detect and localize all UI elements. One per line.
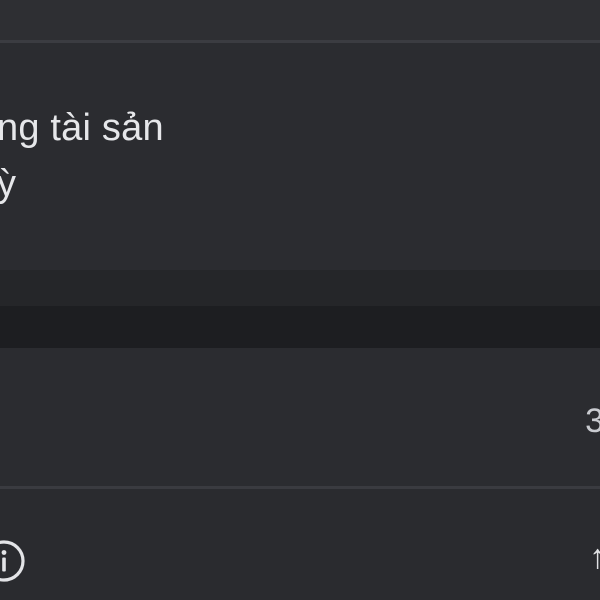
section-header [0, 270, 600, 306]
dialog-title-block: ng tài sản ỳ [0, 43, 600, 270]
screen: ng tài sản ỳ 3 ↑ [0, 0, 600, 600]
info-icon-graphic [0, 540, 25, 582]
top-strip [0, 0, 600, 40]
dialog-title-line-1: ng tài sản [0, 107, 164, 149]
list-row[interactable]: 3 [0, 348, 600, 486]
dialog-title-line-2: ỳ [0, 163, 17, 205]
footer-bar: ↑ [0, 489, 600, 600]
list-row-trailing-value: 3 [585, 402, 600, 440]
info-icon[interactable] [0, 539, 26, 583]
dark-bar [0, 306, 600, 348]
footer-trailing-icon[interactable]: ↑ [589, 537, 600, 577]
